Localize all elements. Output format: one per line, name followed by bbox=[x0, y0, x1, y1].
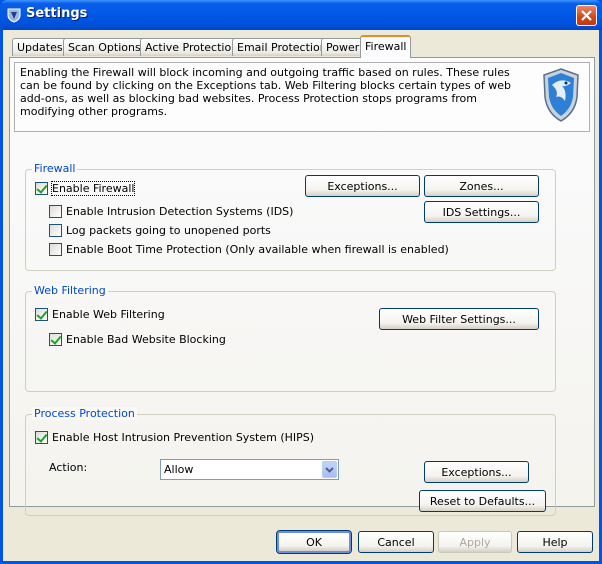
help-button[interactable]: Help bbox=[517, 531, 593, 553]
tab-label: Power bbox=[326, 41, 360, 54]
enable-ids-label: Enable Intrusion Detection Systems (IDS) bbox=[66, 205, 294, 218]
tab-firewall[interactable]: Firewall bbox=[360, 35, 412, 58]
firewall-tab-panel: Enabling the Firewall will block incomin… bbox=[9, 57, 595, 516]
tab-label: Updates bbox=[17, 41, 63, 54]
checkbox-box[interactable] bbox=[49, 224, 62, 237]
dialog-client: Updates Scan Options Active Protection E… bbox=[3, 30, 599, 561]
title-bar[interactable]: Settings bbox=[0, 0, 602, 30]
action-label: Action: bbox=[49, 461, 88, 474]
tab-email-protection[interactable]: Email Protection bbox=[232, 38, 332, 56]
ids-settings-button[interactable]: IDS Settings... bbox=[424, 201, 539, 223]
tab-scan-options[interactable]: Scan Options bbox=[63, 38, 146, 56]
enable-hips-checkbox[interactable]: Enable Host Intrusion Prevention System … bbox=[35, 431, 314, 444]
action-select[interactable]: Allow bbox=[160, 459, 339, 480]
checkbox-box[interactable] bbox=[49, 205, 62, 218]
log-packets-label: Log packets going to unopened ports bbox=[66, 224, 271, 237]
zones-button[interactable]: Zones... bbox=[424, 175, 539, 197]
close-icon bbox=[581, 10, 592, 21]
process-protection-group-title: Process Protection bbox=[32, 407, 137, 420]
chevron-down-icon bbox=[325, 466, 334, 473]
reset-defaults-button[interactable]: Reset to Defaults... bbox=[419, 490, 546, 512]
web-filtering-group-title: Web Filtering bbox=[32, 284, 108, 297]
firewall-group-title: Firewall bbox=[32, 162, 78, 175]
enable-ids-checkbox[interactable]: Enable Intrusion Detection Systems (IDS) bbox=[49, 205, 293, 218]
tab-updates[interactable]: Updates bbox=[12, 38, 68, 56]
boot-protection-label: Enable Boot Time Protection (Only availa… bbox=[66, 243, 449, 256]
firewall-exceptions-button[interactable]: Exceptions... bbox=[305, 175, 420, 197]
apply-button[interactable]: Apply bbox=[438, 531, 512, 553]
dropdown-arrow[interactable] bbox=[322, 461, 337, 478]
web-filter-settings-button[interactable]: Web Filter Settings... bbox=[379, 308, 539, 330]
enable-firewall-checkbox[interactable]: Enable Firewall bbox=[35, 181, 136, 196]
checkbox-box[interactable] bbox=[49, 333, 62, 346]
enable-hips-label: Enable Host Intrusion Prevention System … bbox=[52, 431, 315, 444]
tab-label: Scan Options bbox=[68, 41, 141, 54]
log-packets-checkbox[interactable]: Log packets going to unopened ports bbox=[49, 224, 271, 237]
window-title: Settings bbox=[26, 6, 88, 21]
action-select-value: Allow bbox=[164, 463, 194, 476]
intro-box: Enabling the Firewall will block incomin… bbox=[14, 62, 590, 132]
checkbox-box[interactable] bbox=[35, 431, 48, 444]
settings-window: Settings Updates Scan Options Active Pro… bbox=[0, 0, 602, 564]
process-exceptions-button[interactable]: Exceptions... bbox=[424, 461, 529, 483]
shield-logo-icon bbox=[543, 68, 579, 122]
bad-website-blocking-checkbox[interactable]: Enable Bad Website Blocking bbox=[49, 333, 226, 346]
enable-web-filtering-checkbox[interactable]: Enable Web Filtering bbox=[35, 308, 165, 321]
tab-label: Firewall bbox=[365, 40, 407, 53]
intro-text: Enabling the Firewall will block incomin… bbox=[20, 66, 511, 118]
tab-power[interactable]: Power bbox=[321, 38, 365, 56]
tab-active-protection[interactable]: Active Protection bbox=[140, 38, 244, 56]
app-shield-icon bbox=[7, 8, 21, 23]
enable-firewall-label: Enable Firewall bbox=[50, 181, 136, 196]
bad-website-blocking-label: Enable Bad Website Blocking bbox=[66, 333, 226, 346]
tab-label: Email Protection bbox=[237, 41, 327, 54]
checkbox-box[interactable] bbox=[49, 243, 62, 256]
close-button[interactable] bbox=[576, 5, 597, 26]
checkbox-box[interactable] bbox=[35, 182, 48, 195]
boot-protection-checkbox[interactable]: Enable Boot Time Protection (Only availa… bbox=[49, 243, 449, 256]
checkbox-box[interactable] bbox=[35, 308, 48, 321]
cancel-button[interactable]: Cancel bbox=[358, 531, 434, 553]
ok-button[interactable]: OK bbox=[276, 530, 352, 554]
enable-web-filtering-label: Enable Web Filtering bbox=[52, 308, 165, 321]
tab-label: Active Protection bbox=[145, 41, 239, 54]
